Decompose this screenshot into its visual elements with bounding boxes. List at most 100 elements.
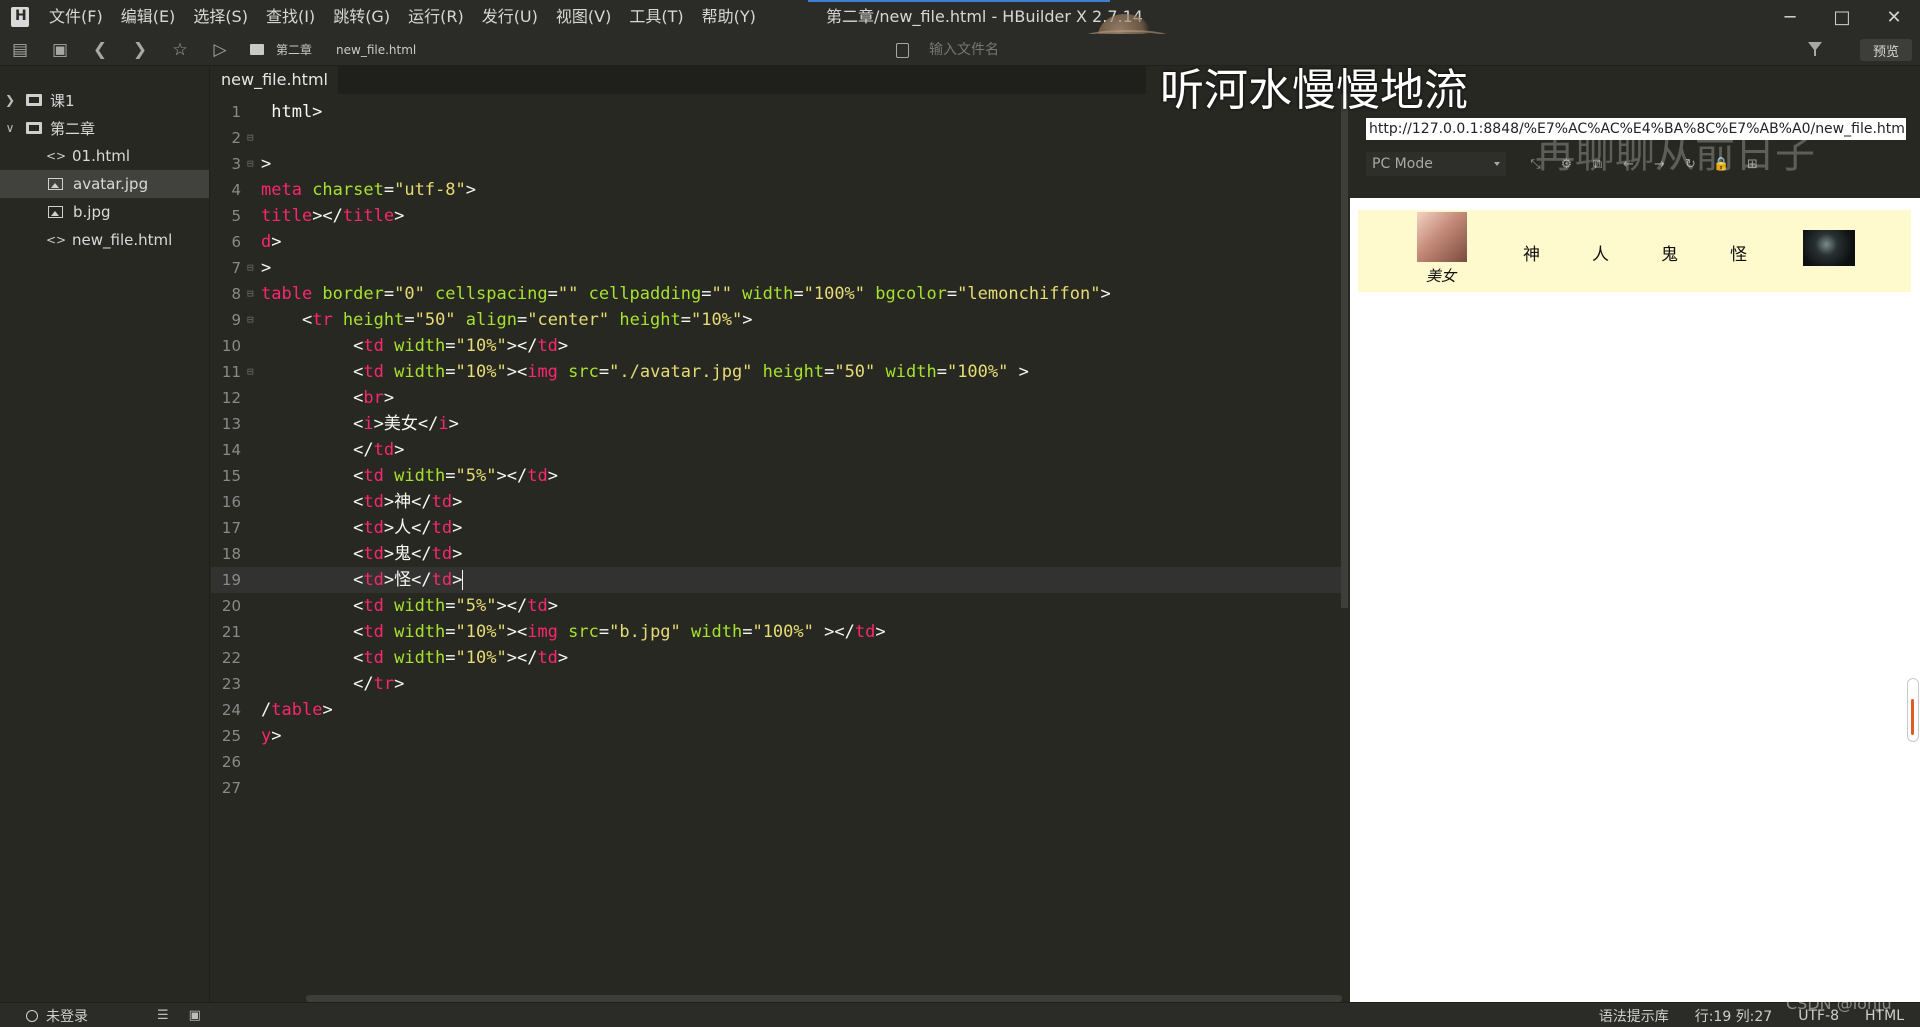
line-number: 3 — [231, 155, 241, 173]
avatar-caption: 美女 — [1426, 267, 1457, 285]
line-number: 26 — [221, 753, 241, 771]
cursor-position[interactable]: 行:19 列:27 — [1695, 1006, 1773, 1026]
fold-toggle-icon[interactable]: ⊟ — [247, 125, 254, 151]
fold-toggle-icon[interactable]: ⊟ — [247, 281, 254, 307]
code-line[interactable]: 27 — [211, 775, 1341, 801]
fold-toggle-icon[interactable]: ⊟ — [247, 307, 254, 333]
tree-item-new-file-html[interactable]: <> new_file.html — [0, 226, 209, 254]
tab-new-file-html[interactable]: new_file.html — [211, 66, 338, 94]
menu-file[interactable]: 文件(F) — [40, 0, 112, 34]
back-icon[interactable]: ❮ — [80, 34, 120, 66]
new-file-icon[interactable]: ▤ — [0, 34, 40, 66]
code-text: <td>人</td> — [353, 518, 463, 538]
document-search-icon — [896, 42, 909, 58]
minimize-button[interactable]: ─ — [1764, 0, 1816, 34]
chevron-down-icon[interactable]: ∨ — [0, 121, 20, 135]
code-line[interactable]: 8 ⊟ table border="0" cellspacing="" cellpa… — [211, 281, 1341, 307]
code-text: /table> — [261, 700, 333, 720]
tree-item-folder-lesson1[interactable]: ❯ 课1 — [0, 86, 209, 114]
code-line[interactable]: 15 <td width="5%"></td> — [211, 463, 1341, 489]
menu-publish[interactable]: 发行(U) — [473, 0, 547, 34]
code-line[interactable]: 9 ⊟ <tr height="50" align="center" height… — [211, 307, 1341, 333]
rendered-table-row: 美女 神 人 鬼 怪 — [1358, 210, 1911, 292]
code-line[interactable]: 6 d> — [211, 229, 1341, 255]
menu-view[interactable]: 视图(V) — [547, 0, 620, 34]
code-line[interactable]: 25 y> — [211, 723, 1341, 749]
code-line[interactable]: 24/table> — [211, 697, 1341, 723]
code-editor[interactable]: 1 html> 2 ⊟ 3 ⊟ >4 meta charset="utf-8"> 5 title… — [211, 94, 1341, 998]
code-text: </td> — [353, 440, 405, 460]
code-line[interactable]: 10 <td width="10%"></td> — [211, 333, 1341, 359]
code-line[interactable]: 18 <td>鬼</td> — [211, 541, 1341, 567]
fold-toggle-icon[interactable]: ⊟ — [247, 359, 254, 385]
line-number: 18 — [221, 545, 241, 563]
code-line[interactable]: 20 <td width="5%"></td> — [211, 593, 1341, 619]
cell-shen: 神 — [1523, 245, 1540, 265]
editor-vertical-scrollbar[interactable] — [1341, 94, 1348, 608]
terminal-icon[interactable]: ▣ — [189, 1008, 201, 1023]
tree-item-label: new_file.html — [72, 231, 173, 249]
breadcrumb-file[interactable]: new_file.html — [336, 43, 416, 57]
breadcrumb-folder[interactable]: 第二章 — [276, 41, 312, 58]
avatar-image — [1417, 212, 1467, 262]
login-status[interactable]: 未登录 — [26, 1003, 88, 1027]
text-cursor — [462, 570, 464, 590]
run-icon[interactable]: ▷ — [200, 34, 240, 66]
code-line[interactable]: 23 </tr> — [211, 671, 1341, 697]
fold-toggle-icon[interactable]: ⊟ — [247, 151, 254, 177]
code-line[interactable]: 11 ⊟ <td width="10%"><img src="./avatar.j… — [211, 359, 1341, 385]
line-number: 9 — [231, 311, 241, 329]
line-number: 16 — [221, 493, 241, 511]
filter-icon[interactable] — [1808, 42, 1822, 56]
menu-edit[interactable]: 编辑(E) — [112, 0, 185, 34]
menu-run[interactable]: 运行(R) — [399, 0, 473, 34]
code-text: <tr height="50" align="center" height="1… — [301, 310, 753, 330]
lyric-overlay: 听河水慢慢地流 — [1160, 65, 1468, 116]
code-line[interactable]: 4 meta charset="utf-8"> — [211, 177, 1341, 203]
line-number: 12 — [221, 389, 241, 407]
code-line[interactable]: 19 <td>怪</td> — [211, 567, 1341, 593]
code-line[interactable]: 26 — [211, 749, 1341, 775]
syntax-library-link[interactable]: 语法提示库 — [1599, 1006, 1669, 1026]
forward-icon[interactable]: ❯ — [120, 34, 160, 66]
code-line[interactable]: 17 <td>人</td> — [211, 515, 1341, 541]
menu-find[interactable]: 查找(I) — [257, 0, 324, 34]
tree-item-avatar-jpg[interactable]: avatar.jpg — [0, 170, 209, 198]
tree-item-01-html[interactable]: <> 01.html — [0, 142, 209, 170]
outline-icon[interactable]: ☰ — [157, 1008, 169, 1023]
tree-item-folder-chapter2[interactable]: ∨ 第二章 — [0, 114, 209, 142]
code-line[interactable]: 2 ⊟ — [211, 125, 1341, 151]
tree-item-b-jpg[interactable]: b.jpg — [0, 198, 209, 226]
save-icon[interactable]: ▣ — [40, 34, 80, 66]
fold-toggle-icon[interactable]: ⊟ — [247, 255, 254, 281]
login-label: 未登录 — [46, 1008, 88, 1025]
code-line[interactable]: 12 <br> — [211, 385, 1341, 411]
chevron-right-icon[interactable]: ❯ — [0, 93, 20, 107]
code-text: <td width="5%"></td> — [353, 596, 558, 616]
cell-ren: 人 — [1592, 245, 1609, 265]
menu-tools[interactable]: 工具(T) — [620, 0, 692, 34]
line-number: 17 — [221, 519, 241, 537]
preview-button[interactable]: 预览 — [1860, 39, 1912, 61]
maximize-button[interactable]: □ — [1816, 0, 1868, 34]
code-text: > — [261, 258, 272, 278]
code-line[interactable]: 5 title></title> — [211, 203, 1341, 229]
preview-mode-select[interactable]: PC Mode — [1366, 152, 1506, 176]
close-button[interactable]: ✕ — [1868, 0, 1920, 34]
star-icon[interactable]: ☆ — [160, 34, 200, 66]
code-line[interactable]: 13 <i>美女</i> — [211, 411, 1341, 437]
code-text: title></title> — [261, 206, 405, 226]
preview-scroll-indicator[interactable] — [1907, 678, 1919, 742]
code-line[interactable]: 22 <td width="10%"></td> — [211, 645, 1341, 671]
menu-goto[interactable]: 跳转(G) — [324, 0, 399, 34]
code-line[interactable]: 3 ⊟ > — [211, 151, 1341, 177]
lyric-overlay-faded: 再聊聊从前日子 — [1535, 131, 1815, 177]
menu-select[interactable]: 选择(S) — [184, 0, 257, 34]
menu-help[interactable]: 帮助(Y) — [693, 0, 765, 34]
code-text: y> — [261, 726, 282, 746]
code-line[interactable]: 21 <td width="10%"><img src="b.jpg" widt… — [211, 619, 1341, 645]
code-line[interactable]: 16 <td>神</td> — [211, 489, 1341, 515]
editor-horizontal-scrollbar[interactable] — [306, 995, 1342, 1002]
code-line[interactable]: 7 ⊟ > — [211, 255, 1341, 281]
code-line[interactable]: 14 </td> — [211, 437, 1341, 463]
